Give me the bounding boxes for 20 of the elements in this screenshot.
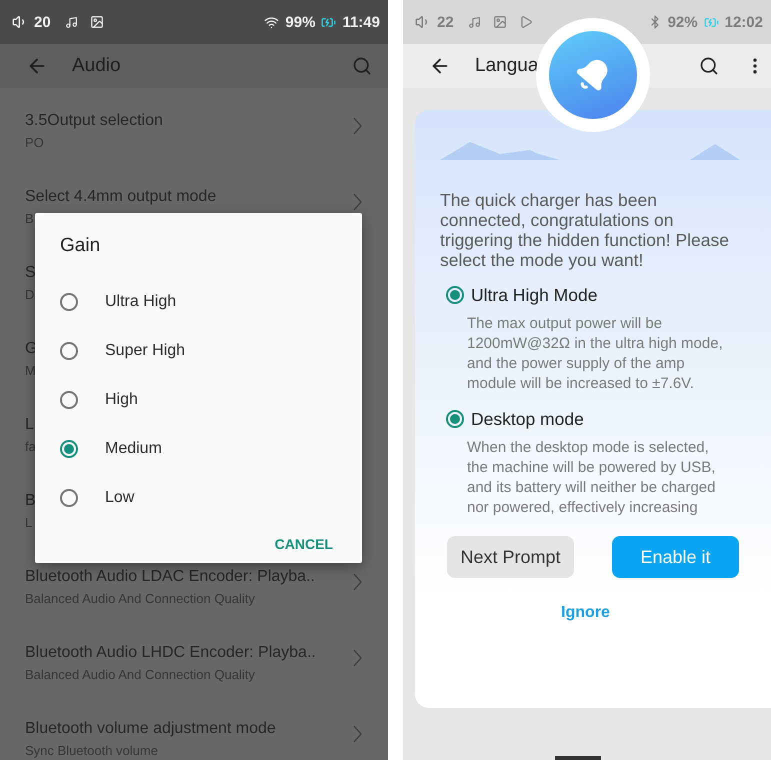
clock-time: 12:02 xyxy=(724,14,763,30)
battery-percent: 92% xyxy=(668,14,698,30)
setting-title: S xyxy=(25,263,36,283)
setting-title: 3.5Output selection xyxy=(25,111,163,131)
dialog-title: Gain xyxy=(60,235,100,257)
setting-title: B xyxy=(25,491,36,511)
setting-title: L xyxy=(25,415,34,435)
page-title: Audio xyxy=(72,55,122,77)
mode-description: The max output power will be 1200mW@32Ω in the ultra high mode, and the power supply of the amp module will be increased to ±7.6V. xyxy=(467,314,724,394)
setting-title: Bluetooth Audio LDAC Encoder: Playba.. xyxy=(25,567,315,587)
clock-time: 11:49 xyxy=(342,14,380,30)
setting-title: Bluetooth volume adjustment mode xyxy=(25,719,276,739)
setting-title: Select 4.4mm output mode xyxy=(25,187,216,207)
page-title: Langua xyxy=(475,55,540,77)
volume-level: 22 xyxy=(437,14,454,30)
battery-percent: 99% xyxy=(285,14,316,30)
dialog-message: The quick charger has been connected, congratulations on triggering the hidden function! Please select the mode you want! xyxy=(440,190,730,270)
volume-level: 20 xyxy=(34,14,51,30)
setting-title: Bluetooth Audio LHDC Encoder: Playba.. xyxy=(25,643,316,663)
mode-description: When the desktop mode is selected, the machine will be powered by USB, and its battery will neither be charged nor powered, effectively increasing xyxy=(467,438,716,518)
